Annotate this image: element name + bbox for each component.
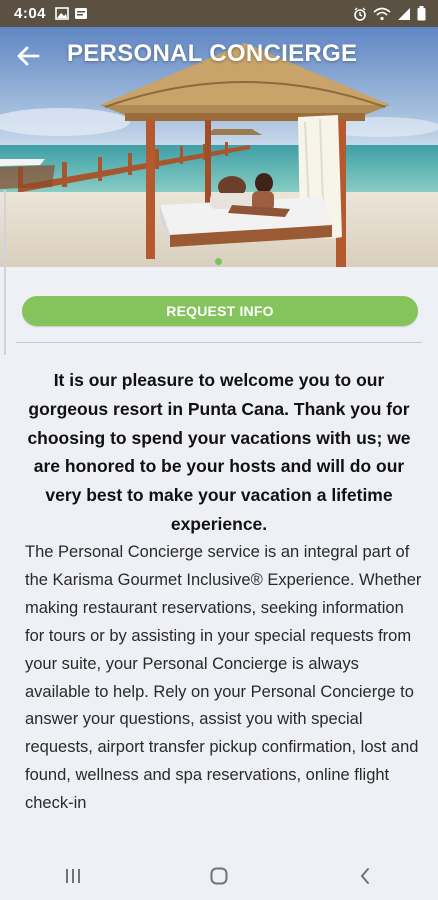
concierge-description: The Personal Concierge service is an int… [25, 543, 422, 813]
spacer-band [0, 267, 438, 287]
request-info-button[interactable]: REQUEST INFO [22, 296, 418, 326]
gallery-icon [55, 7, 69, 20]
notification-icon [75, 8, 88, 19]
carousel-indicator[interactable] [215, 258, 222, 265]
wifi-icon [373, 7, 391, 20]
status-time: 4:04 [14, 5, 47, 22]
signal-icon [398, 7, 410, 20]
status-bar: 4:04 [0, 0, 438, 27]
alarm-icon [354, 7, 366, 21]
home-button[interactable] [189, 856, 249, 896]
page-title: PERSONAL CONCIERGE [67, 40, 358, 67]
back-button[interactable] [14, 42, 42, 70]
system-nav-bar [0, 852, 438, 900]
recents-icon [66, 869, 80, 883]
divider [16, 342, 422, 343]
welcome-intro: It is our pleasure to welcome you to our… [27, 370, 411, 534]
chevron-left-icon [360, 868, 369, 884]
recents-button[interactable] [43, 856, 103, 896]
drawer-edge [4, 190, 6, 355]
home-icon [210, 867, 228, 885]
nav-back-button[interactable] [335, 856, 395, 896]
battery-icon [417, 6, 426, 21]
